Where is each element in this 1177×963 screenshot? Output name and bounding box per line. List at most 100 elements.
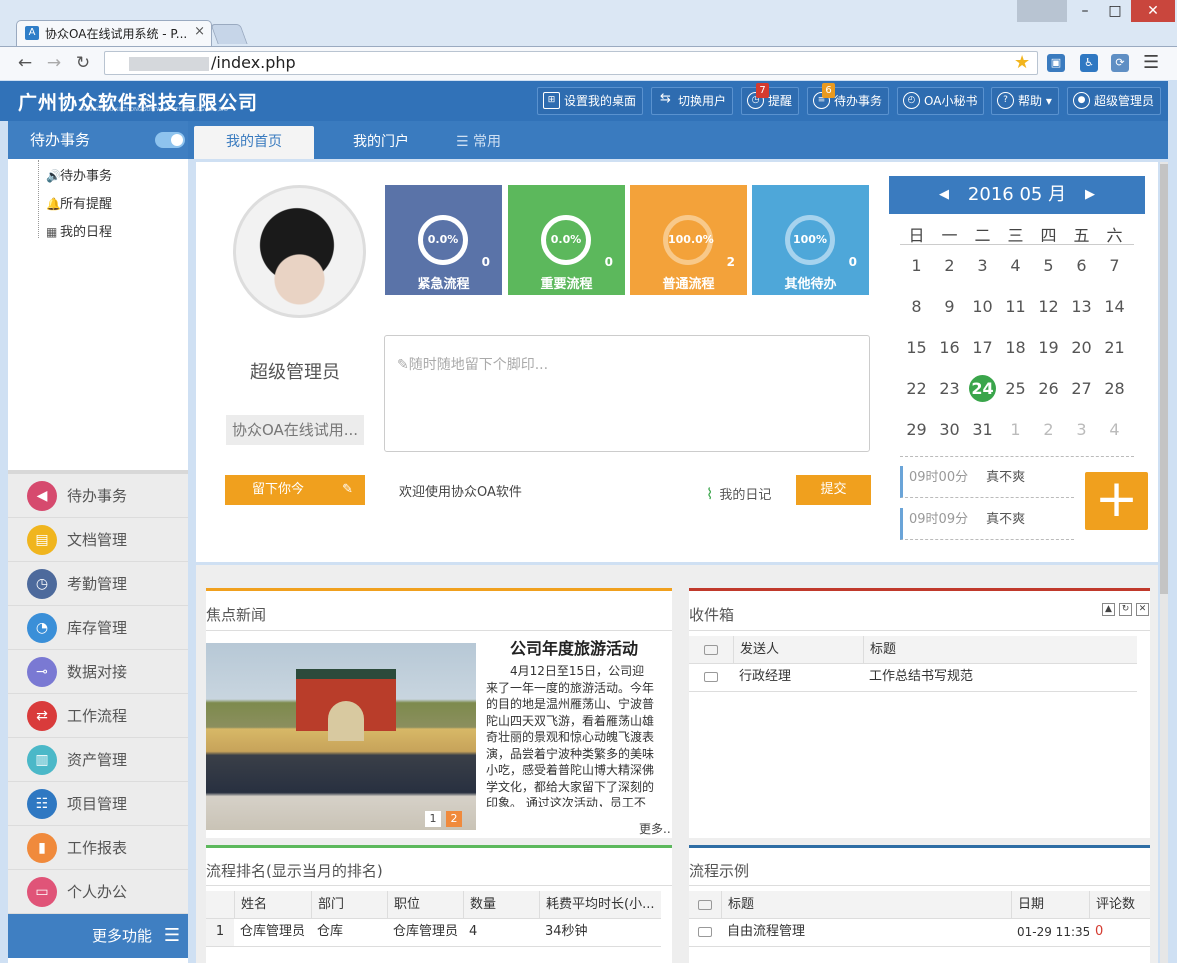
col-sender[interactable]: 发送人 (733, 636, 863, 663)
col-name[interactable]: 姓名 (234, 891, 311, 918)
menu-inventory[interactable]: ◔ 库存管理 (8, 606, 188, 650)
reminder-button[interactable]: ◷ 7 提醒 (741, 83, 800, 115)
refresh-icon[interactable]: ↻ (1119, 603, 1132, 616)
calendar-day[interactable]: 15 (900, 334, 933, 362)
calendar-day[interactable]: 16 (933, 334, 966, 362)
calendar-day[interactable]: 3 (966, 252, 999, 280)
calendar-day[interactable]: 17 (966, 334, 999, 362)
help-button[interactable]: ? 帮助 ▾ (991, 87, 1059, 115)
calendar-day[interactable]: 12 (1032, 293, 1065, 321)
stat-urgent-flow[interactable]: 0.0% 0 紧急流程 (385, 185, 502, 295)
news-more-link[interactable]: 更多.. (639, 820, 671, 837)
calendar-day[interactable]: 22 (900, 375, 933, 403)
switch-user-button[interactable]: ⇆ 切换用户 (651, 87, 734, 115)
collapse-icon[interactable]: ▲ (1102, 603, 1115, 616)
calendar-day[interactable]: 10 (966, 293, 999, 321)
extension-accessibility-icon[interactable]: ♿ (1080, 54, 1098, 72)
forward-arrow-icon[interactable]: → (43, 52, 65, 74)
submit-button[interactable]: 提交 (796, 475, 871, 505)
tab-my-portal[interactable]: 我的门户 (322, 126, 440, 159)
set-desktop-button[interactable]: ⊞ 设置我的桌面 (537, 87, 644, 115)
calendar-day[interactable]: 14 (1098, 293, 1131, 321)
col-dept[interactable]: 部门 (311, 891, 387, 918)
oa-secretary-button[interactable]: ◴ OA小秘书 (897, 87, 985, 115)
calendar-day[interactable]: 1 (999, 416, 1032, 444)
menu-projects[interactable]: ☷ 项目管理 (8, 782, 188, 826)
calendar-day[interactable]: 29 (900, 416, 933, 444)
calendar-day[interactable]: 4 (999, 252, 1032, 280)
sidebar-item-reminders[interactable]: 🔔所有提醒 (46, 193, 112, 212)
stat-other-todo[interactable]: 100% 0 其他待办 (752, 185, 869, 295)
minimize-button[interactable]: – (1070, 0, 1100, 22)
menu-todo[interactable]: ◀ 待办事务 (8, 474, 188, 518)
my-diary-link[interactable]: ⌇ 我的日记 (706, 484, 771, 503)
close-panel-icon[interactable]: ✕ (1136, 603, 1149, 616)
menu-data-integration[interactable]: ⊸ 数据对接 (8, 650, 188, 694)
tab-my-home[interactable]: 我的首页 (194, 126, 314, 159)
calendar-day[interactable]: 7 (1098, 252, 1131, 280)
stat-important-flow[interactable]: 0.0% 0 重要流程 (508, 185, 625, 295)
news-page-1[interactable]: 1 (425, 811, 441, 827)
address-bar[interactable]: /index.php (104, 51, 1038, 75)
col-count[interactable]: 数量 (463, 891, 539, 918)
tab-close-icon[interactable]: × (194, 24, 205, 39)
more-functions-button[interactable]: 更多功能 ☰ (8, 914, 188, 958)
bookmark-star-icon[interactable]: ★ (1014, 52, 1030, 73)
sidebar-item-schedule[interactable]: ▦ 我的日程 (46, 221, 112, 240)
table-row[interactable]: 1 仓库管理员 仓库 仓库管理员 4 34秒钟 (206, 919, 661, 947)
next-month-icon[interactable]: ▶ (1085, 176, 1095, 214)
calendar-day[interactable]: 21 (1098, 334, 1131, 362)
calendar-day[interactable]: 31 (966, 416, 999, 444)
calendar-day[interactable]: 2 (933, 252, 966, 280)
calendar-day[interactable]: 9 (933, 293, 966, 321)
avatar[interactable] (233, 185, 366, 318)
news-page-2[interactable]: 2 (446, 811, 462, 827)
col-date[interactable]: 日期 (1011, 891, 1089, 918)
menu-workflow[interactable]: ⇄ 工作流程 (8, 694, 188, 738)
calendar-day[interactable]: 4 (1098, 416, 1131, 444)
browser-tab[interactable]: A 协众OA在线试用系统 - P... × (16, 20, 212, 46)
scrollbar-thumb[interactable] (1160, 164, 1168, 594)
col-title[interactable]: 标题 (721, 891, 1011, 918)
close-window-button[interactable]: ✕ (1131, 0, 1175, 22)
tab-common[interactable]: ☰ 常用 (456, 126, 536, 159)
schedule-event[interactable]: 09时09分 真不爽 (900, 508, 1074, 540)
leave-note-button[interactable]: 留下你今 ✎ (225, 475, 365, 505)
sidebar-item-todo[interactable]: 🔊待办事务 (46, 165, 112, 184)
calendar-day[interactable]: 6 (1065, 252, 1098, 280)
sidebar-toggle[interactable] (155, 132, 185, 148)
menu-attendance[interactable]: ◷ 考勤管理 (8, 562, 188, 606)
prev-month-icon[interactable]: ◀ (939, 176, 949, 214)
add-schedule-button[interactable]: + (1085, 472, 1148, 530)
profile-button[interactable] (1017, 0, 1067, 22)
calendar-day[interactable]: 18 (999, 334, 1032, 362)
news-headline[interactable]: 公司年度旅游活动 (486, 635, 662, 659)
calendar-day[interactable]: 3 (1065, 416, 1098, 444)
col-subject[interactable]: 标题 (863, 636, 1137, 663)
calendar-day[interactable]: 20 (1065, 334, 1098, 362)
back-arrow-icon[interactable]: ← (14, 52, 36, 74)
col-avg-time[interactable]: 耗费平均时长(小... (539, 891, 661, 918)
footprint-textarea[interactable]: ✎随时随地留下个脚印... (384, 335, 870, 452)
menu-assets[interactable]: ▥ 资产管理 (8, 738, 188, 782)
menu-reports[interactable]: ▮ 工作报表 (8, 826, 188, 870)
todo-button[interactable]: ≡ 6 待办事务 (807, 83, 890, 115)
calendar-day[interactable]: 1 (900, 252, 933, 280)
calendar-day[interactable]: 25 (999, 375, 1032, 403)
calendar-day[interactable]: 23 (933, 375, 966, 403)
table-row[interactable]: 自由流程管理 01-29 11:35 0 (689, 919, 1150, 947)
calendar-day[interactable]: 27 (1065, 375, 1098, 403)
extension-windows-icon[interactable]: ▣ (1047, 54, 1065, 72)
schedule-event[interactable]: 09时00分 真不爽 (900, 466, 1074, 498)
calendar-day[interactable]: 24 (966, 375, 999, 403)
calendar-day[interactable]: 2 (1032, 416, 1065, 444)
menu-personal-office[interactable]: ▭ 个人办公 (8, 870, 188, 914)
news-photo[interactable] (206, 643, 476, 830)
menu-documents[interactable]: ▤ 文档管理 (8, 518, 188, 562)
calendar-day[interactable]: 5 (1032, 252, 1065, 280)
maximize-button[interactable]: □ (1100, 0, 1130, 22)
current-user-button[interactable]: ● 超级管理员 (1067, 87, 1162, 115)
company-logo[interactable]: 广州协众软件科技有限公司 GUANGZHOU XIEZHONG SOFTWARE… (18, 88, 258, 114)
calendar-day[interactable]: 13 (1065, 293, 1098, 321)
reload-icon[interactable]: ↻ (72, 52, 94, 74)
